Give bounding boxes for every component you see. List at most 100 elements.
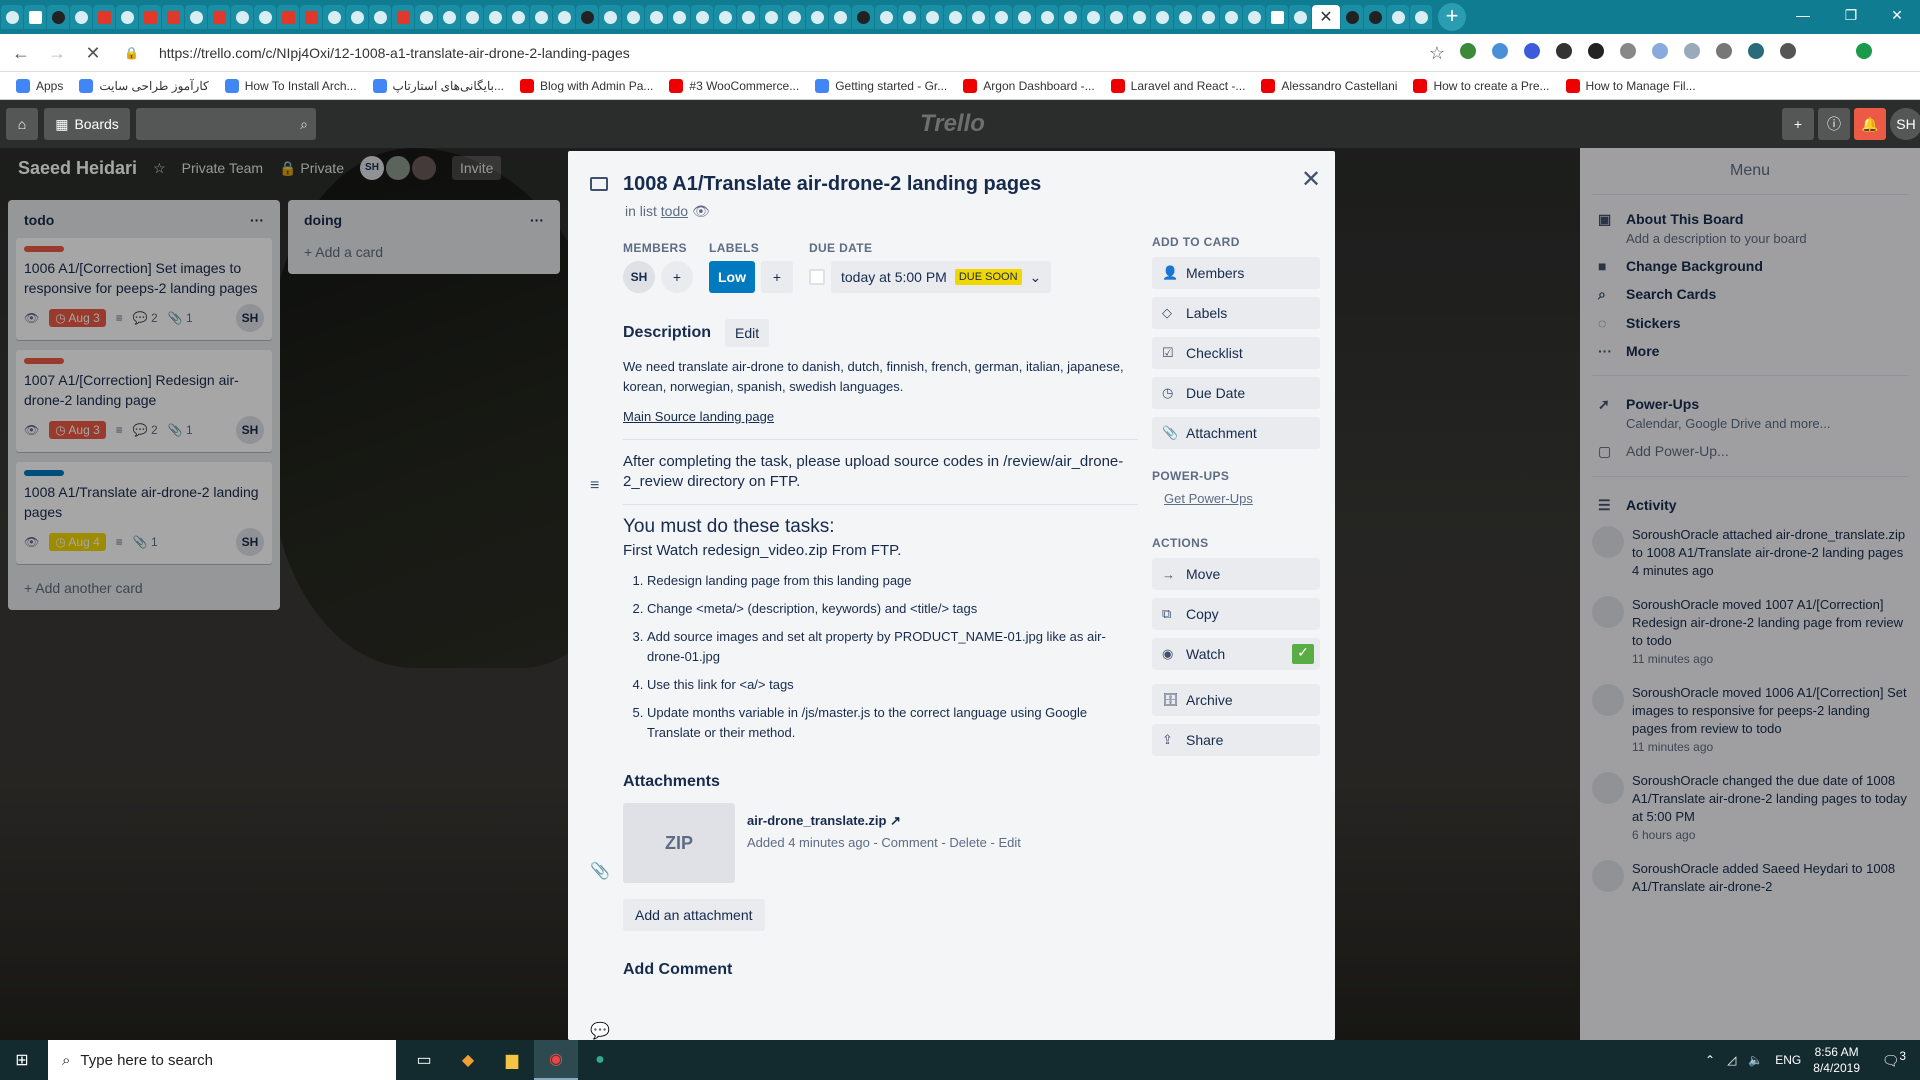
tab[interactable]	[346, 5, 368, 29]
bookmark-item[interactable]: بایگانی‌های استارتاپ...	[372, 78, 504, 93]
extension-icon[interactable]	[1524, 43, 1540, 59]
address-bar[interactable]: https://trello.com/c/NIpj4Oxi/12-1008-a1…	[159, 45, 630, 61]
bookmark-item[interactable]: Argon Dashboard -...	[963, 78, 1095, 93]
extension-icon[interactable]	[1588, 43, 1604, 59]
restore-icon[interactable]: ❐	[1828, 0, 1874, 34]
tab[interactable]	[1387, 5, 1409, 29]
tab[interactable]	[1036, 5, 1058, 29]
notification-center-icon[interactable]: 🗨3	[1882, 1050, 1906, 1070]
new-tab-button[interactable]: +	[1438, 3, 1466, 31]
search-input[interactable]: ⌕	[136, 108, 316, 140]
tab[interactable]	[1013, 5, 1035, 29]
language-indicator[interactable]: ENG	[1775, 1053, 1801, 1067]
tab[interactable]	[1364, 5, 1386, 29]
tab[interactable]	[1082, 5, 1104, 29]
tab[interactable]	[852, 5, 874, 29]
active-tab[interactable]: ✕	[1312, 5, 1340, 29]
extension-icon[interactable]	[1492, 43, 1508, 59]
action-archive-button[interactable]: 🗄 Archive	[1152, 684, 1320, 716]
network-icon[interactable]: ◿	[1727, 1053, 1736, 1067]
star-icon[interactable]: ☆	[1422, 38, 1452, 68]
home-icon[interactable]: ⌂	[6, 108, 38, 140]
tab[interactable]	[461, 5, 483, 29]
bookmark-item[interactable]: How to Manage Fil...	[1565, 78, 1696, 93]
user-avatar[interactable]: SH	[1890, 108, 1920, 140]
tab[interactable]	[875, 5, 897, 29]
tab[interactable]	[1410, 5, 1432, 29]
tab[interactable]	[484, 5, 506, 29]
file-explorer-icon[interactable]: ▆	[490, 1040, 534, 1080]
member-avatar[interactable]: SH	[623, 261, 655, 293]
main-source-link[interactable]: Main Source landing page	[623, 409, 774, 424]
tab[interactable]	[714, 5, 736, 29]
tab[interactable]	[1197, 5, 1219, 29]
tab[interactable]	[139, 5, 161, 29]
tab[interactable]	[507, 5, 529, 29]
tab[interactable]	[829, 5, 851, 29]
tab[interactable]	[599, 5, 621, 29]
git-app-icon[interactable]: ◆	[446, 1040, 490, 1080]
volume-icon[interactable]: 🔈	[1748, 1053, 1763, 1067]
extension-icon[interactable]	[1652, 43, 1668, 59]
stop-icon[interactable]: ✕	[78, 38, 108, 68]
get-powerups-link[interactable]: Get Power-Ups	[1152, 491, 1320, 506]
tab[interactable]	[668, 5, 690, 29]
tab[interactable]	[185, 5, 207, 29]
tray-chevron-icon[interactable]: ⌃	[1705, 1053, 1715, 1067]
extension-icon[interactable]	[1556, 43, 1572, 59]
tab[interactable]	[323, 5, 345, 29]
tab[interactable]	[438, 5, 460, 29]
bookmark-item[interactable]: How to create a Pre...	[1413, 78, 1550, 93]
extension-icon[interactable]	[1460, 43, 1476, 59]
bookmark-item[interactable]: #3 WooCommerce...	[669, 78, 799, 93]
taskbar-search[interactable]: ⌕ Type here to search	[48, 1040, 396, 1080]
tab[interactable]	[990, 5, 1012, 29]
tab[interactable]	[967, 5, 989, 29]
windows-start-icon[interactable]: ⊞	[0, 1040, 44, 1080]
bookmark-item[interactable]: کارآموز طراحی سایت	[79, 78, 209, 93]
action-watch-button[interactable]: ◉ Watch ✓	[1152, 638, 1320, 670]
tab[interactable]	[530, 5, 552, 29]
tab[interactable]	[231, 5, 253, 29]
list-link[interactable]: todo	[661, 203, 688, 219]
tab[interactable]	[553, 5, 575, 29]
extension-icon[interactable]	[1780, 43, 1796, 59]
tab[interactable]	[645, 5, 667, 29]
tab[interactable]	[1341, 5, 1363, 29]
attachment-thumbnail[interactable]: ZIP	[623, 803, 735, 883]
add-attachment-button[interactable]: Add an attachment	[623, 899, 765, 931]
action-share-button[interactable]: ⇪ Share	[1152, 724, 1320, 756]
action-copy-button[interactable]: ⧉ Copy	[1152, 598, 1320, 630]
tab[interactable]	[93, 5, 115, 29]
add-member-icon[interactable]: +	[661, 261, 693, 293]
trello-logo[interactable]: Trello	[920, 110, 985, 138]
label-low[interactable]: Low	[709, 261, 755, 293]
bookmark-item[interactable]: Blog with Admin Pa...	[520, 78, 653, 93]
add-to-card-members-button[interactable]: 👤 Members	[1152, 257, 1320, 289]
tab[interactable]	[760, 5, 782, 29]
tab[interactable]	[1059, 5, 1081, 29]
tab[interactable]	[415, 5, 437, 29]
add-label-icon[interactable]: +	[761, 261, 793, 293]
extension-icon[interactable]	[1620, 43, 1636, 59]
bookmark-item[interactable]: Laravel and React -...	[1110, 78, 1245, 93]
tab[interactable]	[1, 5, 23, 29]
extension-icon[interactable]	[1716, 43, 1732, 59]
chrome-icon[interactable]: ◉	[534, 1040, 578, 1080]
add-icon[interactable]: +	[1782, 108, 1814, 140]
extension-icon[interactable]	[1684, 43, 1700, 59]
tab[interactable]	[737, 5, 759, 29]
extension-icon[interactable]	[1748, 43, 1764, 59]
close-icon[interactable]: ✕	[1319, 7, 1332, 27]
tab[interactable]	[1243, 5, 1265, 29]
due-date-button[interactable]: today at 5:00 PM DUE SOON ⌄	[831, 261, 1052, 293]
tab[interactable]	[47, 5, 69, 29]
tab[interactable]	[1151, 5, 1173, 29]
tab[interactable]	[70, 5, 92, 29]
tab[interactable]	[300, 5, 322, 29]
close-window-icon[interactable]: ✕	[1874, 0, 1920, 34]
forward-icon[interactable]: →	[42, 38, 72, 68]
attachment-name[interactable]: air-drone_translate.zip ↗	[747, 813, 1021, 829]
tab[interactable]	[369, 5, 391, 29]
add-to-card-labels-button[interactable]: ◇ Labels	[1152, 297, 1320, 329]
